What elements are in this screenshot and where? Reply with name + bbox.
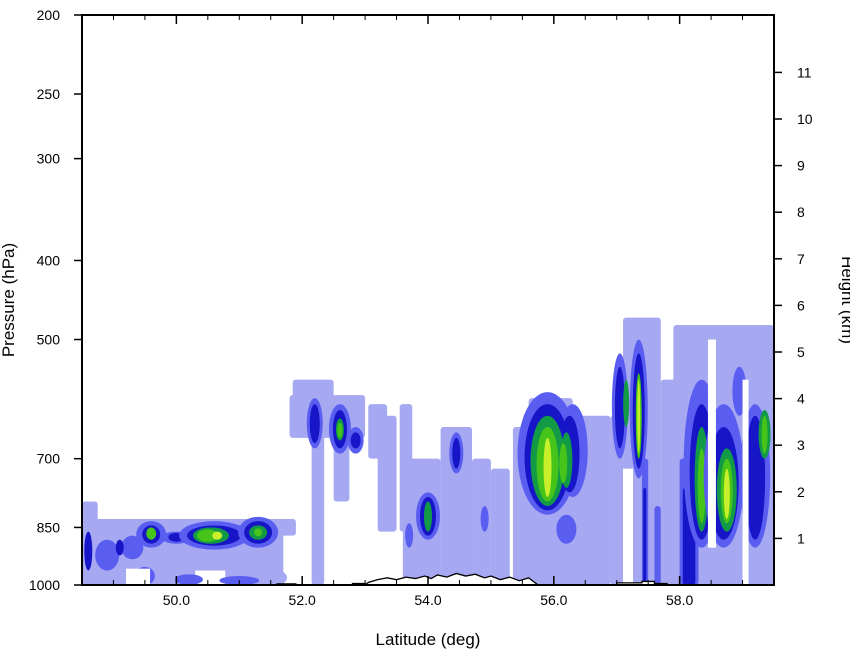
y-right-tick-label: 10	[797, 111, 813, 127]
x-axis-title: Latitude (deg)	[376, 630, 481, 649]
contour-blob	[174, 574, 203, 585]
contour-blob	[350, 432, 361, 449]
contour-blob	[480, 505, 489, 532]
y-right-tick-label: 8	[797, 204, 805, 220]
contour-blob	[405, 523, 414, 548]
chart-canvas: 50.0 52.0 54.0 56.0 58.020025030040050070085…	[0, 7, 850, 649]
contour-gap	[623, 468, 634, 585]
x-tick-label: 52.0	[289, 592, 316, 608]
contour-region	[490, 468, 510, 585]
contour-blob	[254, 528, 263, 537]
contour-blob	[309, 404, 320, 444]
y-right-tick-label: 7	[797, 251, 805, 267]
y-right-tick-label: 5	[797, 344, 805, 360]
y-right-tick-label: 4	[797, 391, 805, 407]
contour-blob	[95, 539, 120, 571]
contour-fill-layer	[82, 317, 774, 585]
contour-blob	[337, 422, 343, 438]
y-left-tick-label: 500	[37, 332, 61, 348]
y-right-tick-label: 6	[797, 297, 805, 313]
contour-blob	[115, 539, 124, 556]
contour-blob	[424, 501, 432, 532]
contour-blob	[623, 379, 630, 427]
contour-gap	[707, 339, 716, 548]
contour-region	[654, 505, 661, 585]
y-left-tick-label: 300	[37, 151, 61, 167]
x-tick-label: 58.0	[666, 592, 693, 608]
contour-blob	[637, 379, 641, 454]
contour-region	[377, 415, 397, 532]
contour-region	[643, 487, 647, 585]
y-left-tick-label: 1000	[29, 577, 60, 593]
contour-blob	[267, 570, 288, 585]
contour-blob	[452, 437, 461, 469]
contour-blob	[761, 415, 768, 454]
contour-blob	[556, 514, 577, 544]
y-right-tick-label: 2	[797, 484, 805, 500]
y-left-tick-label: 250	[37, 86, 61, 102]
y-right-tick-label: 3	[797, 437, 805, 453]
y-left-tick-label: 700	[37, 451, 61, 467]
contour-gap	[126, 568, 151, 585]
y-axis-left-title: Pressure (hPa)	[0, 243, 18, 357]
y-axis-right-title: Height (km)	[838, 256, 850, 344]
y-left-tick-label: 200	[37, 7, 61, 23]
y-right-tick-label: 1	[797, 530, 805, 546]
y-right-tick-label: 11	[797, 64, 812, 80]
contour-blob	[543, 437, 552, 498]
x-tick-label: 56.0	[540, 592, 567, 608]
y-right-tick-label: 9	[797, 158, 805, 174]
y-left-tick-label: 850	[37, 519, 61, 535]
contour-gap	[742, 379, 749, 585]
x-tick-label: 54.0	[414, 592, 441, 608]
contour-blob	[559, 443, 568, 484]
contour-blob	[212, 531, 223, 540]
contour-blob	[84, 531, 93, 571]
y-left-tick-label: 400	[37, 252, 61, 268]
x-tick-label: 50.0	[163, 592, 190, 608]
contour-blob	[723, 468, 730, 520]
contour-blob	[146, 527, 157, 540]
